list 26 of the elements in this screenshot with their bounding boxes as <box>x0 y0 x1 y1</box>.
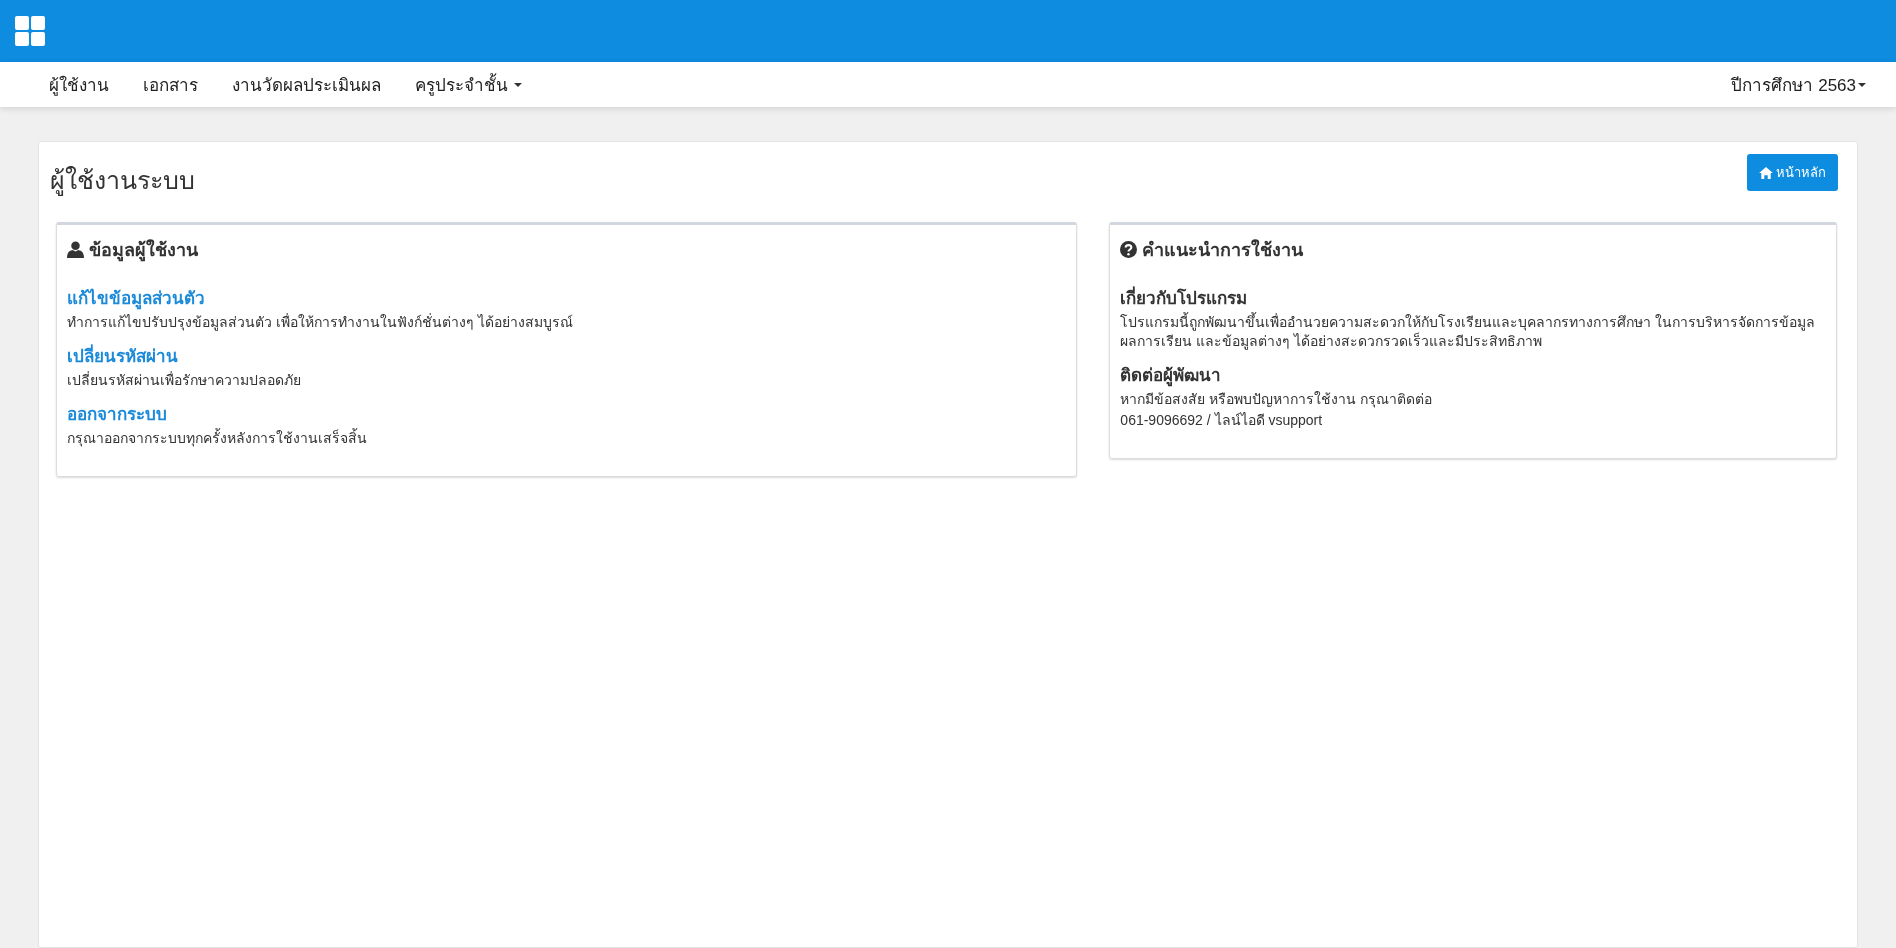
grid-icon[interactable] <box>15 16 45 46</box>
section-heading: เกี่ยวกับโปรแกรม <box>1120 284 1826 311</box>
menu-link[interactable]: เปลี่ยนรหัสผ่าน <box>67 341 1067 369</box>
nav-link[interactable]: เอกสาร <box>126 71 215 98</box>
nav-link[interactable]: ผู้ใช้งาน <box>32 71 126 98</box>
link-description: เปลี่ยนรหัสผ่านเพื่อรักษาความปลอดภัย <box>67 370 302 390</box>
card-title: คำแนะนำการใช้งาน <box>1142 238 1304 262</box>
caret-icon <box>1858 82 1866 87</box>
section-heading: ติดต่อผู้พัฒนา <box>1120 364 1223 388</box>
user-icon <box>67 241 84 258</box>
year-dropdown[interactable]: ปีการศึกษา 2563 <box>1731 71 1866 98</box>
menu-link[interactable]: แก้ไขข้อมูลส่วนตัว <box>67 284 1067 311</box>
section-text: โปรแกรมนี้ถูกพัฒนาขึ้นเพื่ออำนวยความสะดวกให้กับโรงเรียนและบุคลากรทางการศึกษา ในการบริหารจัดการข้อมูลผลการเรียน และข้อมูลต่างๆ ได้อย่างสะดวกรวดเร็วและมีประสิทธิภาพ <box>1120 313 1817 351</box>
menu-link[interactable]: ออกจากระบบ <box>67 399 1067 427</box>
link-description: กรุณาออกจากระบบทุกครั้งหลังการใช้งานเสร็จสิ้น <box>67 428 368 448</box>
nav-link[interactable]: งานวัดผลประเมินผล <box>215 71 398 98</box>
home-button[interactable]: หน้าหลัก <box>1747 154 1838 191</box>
card-title: ข้อมูลผู้ใช้งาน <box>89 238 198 264</box>
help-icon <box>1120 241 1138 258</box>
nav-link[interactable]: ครูประจำชั้น <box>398 71 539 98</box>
link-description: ทำการแก้ไขปรับปรุงข้อมูลส่วนตัว เพื่อให้การทำงานในฟังก์ชั่นต่างๆ ได้อย่างสมบูรณ์ <box>67 313 574 332</box>
section-text: หากมีข้อสงสัย หรือพบปัญหาการใช้งาน กรุณาติดต่อ <box>1120 389 1434 409</box>
section-text: 061-9096692 / ไลน์ไอดี vsupport <box>1120 410 1324 430</box>
caret-icon <box>514 82 522 87</box>
home-icon <box>1759 166 1773 179</box>
page-title: ผู้ใช้งานระบบ <box>50 165 195 198</box>
